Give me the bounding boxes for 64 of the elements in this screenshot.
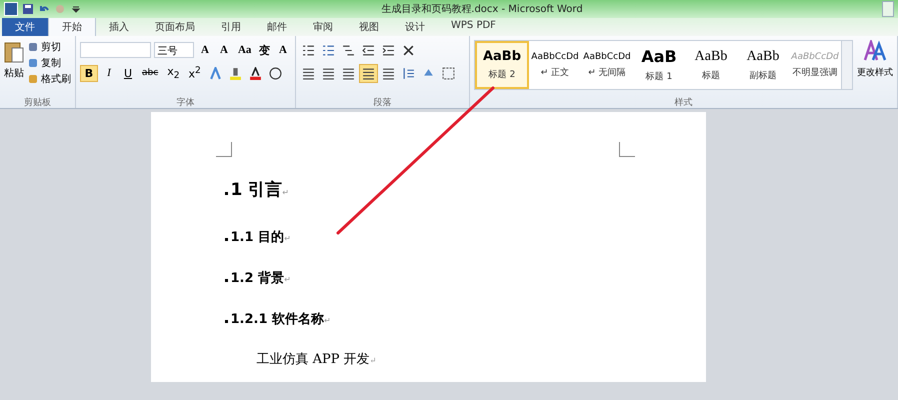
format-button[interactable]: I [101, 66, 117, 80]
font-tool-button[interactable]: A [196, 43, 213, 57]
align-icon[interactable] [360, 64, 377, 82]
paragraph-mark: ↵ [324, 316, 331, 325]
paste-button[interactable]: 粘贴 [4, 40, 24, 96]
format-button[interactable]: abc [139, 67, 162, 79]
ribbon-tab[interactable]: 引用 [208, 18, 254, 36]
ribbon-tab[interactable]: 页面布局 [142, 18, 208, 36]
borders-icon[interactable] [440, 64, 457, 82]
outline-marker [224, 320, 228, 323]
font-name-field[interactable] [80, 42, 151, 58]
format-button[interactable]: B [80, 64, 98, 82]
style-option[interactable]: AaB 标题 1 [633, 41, 685, 89]
group-label: 样式 [674, 96, 694, 108]
circle-icon[interactable] [266, 64, 284, 82]
ribbon-tab[interactable]: WPS PDF [438, 18, 509, 36]
style-option[interactable]: AaBbCcDd ↵ 正文 [529, 41, 581, 89]
ribbon-tab[interactable]: 设计 [392, 18, 438, 36]
heading-text: 1.2.1 软件名称 [230, 311, 324, 328]
paste-label: 粘贴 [4, 66, 24, 80]
ribbon-tab[interactable]: 开始 [48, 17, 96, 36]
window-title: 生成目录和页码教程.docx - Microsoft Word [380, 2, 584, 16]
heading-text: 1 引言 [230, 179, 282, 201]
ribbon-tab[interactable]: 邮件 [254, 18, 300, 36]
format-button[interactable]: x$_{2}$ [164, 64, 183, 82]
gallery-scrollbar[interactable] [841, 41, 852, 89]
font-tool-button[interactable]: 变 [256, 42, 272, 58]
outline-marker [224, 192, 228, 195]
outline-marker [224, 238, 228, 241]
clipboard-button[interactable]: 剪切 [28, 40, 71, 54]
heading-text: 1.2 背景 [230, 270, 284, 287]
clipboard-icon [4, 40, 24, 64]
clipboard-button[interactable]: 格式刷 [28, 72, 71, 86]
heading-text: 1.1 目的 [230, 229, 284, 246]
ribbon-tab[interactable]: 插入 [96, 18, 142, 36]
group-label: 剪贴板 [23, 96, 52, 108]
font-tool-button[interactable]: A [216, 43, 232, 57]
letters-icon [863, 40, 887, 62]
style-option[interactable]: AaBbCcDd ↵ 无间隔 [581, 41, 633, 89]
paragraph-mark: ↵ [282, 188, 289, 197]
body-text: 工业仿真 APP 开发 [256, 351, 370, 368]
font-tool-button[interactable]: A [275, 43, 291, 57]
style-option[interactable]: AaBb 副标题 [737, 41, 789, 89]
font-tool-button[interactable]: Aa [234, 43, 253, 57]
ribbon-tab[interactable]: 审阅 [300, 18, 346, 36]
save-icon[interactable] [22, 3, 34, 15]
paragraph-mark: ↵ [370, 356, 376, 365]
file-menu-tab[interactable]: 文件 [2, 18, 48, 36]
margin-corner-mark [618, 142, 634, 157]
format-button[interactable]: U [120, 66, 136, 80]
paragraph-mark: ↵ [284, 275, 291, 284]
format-button[interactable]: x$^{2}$ [186, 64, 204, 82]
style-option[interactable]: AaBb 标题 2 [475, 41, 529, 89]
paragraph-mark: ↵ [284, 234, 291, 243]
ribbon-tab[interactable]: 视图 [346, 18, 392, 36]
style-option[interactable]: AaBb 标题 [685, 41, 737, 89]
group-label: 字体 [176, 96, 196, 108]
font-size-field[interactable]: 三号 [154, 42, 194, 58]
style-option[interactable]: AaBbCcDd 不明显强调 [789, 41, 841, 89]
change-styles-button[interactable]: 更改样式 [857, 40, 893, 96]
margin-corner-mark [216, 142, 232, 157]
outline-marker [224, 279, 228, 282]
group-label: 段落 [372, 96, 392, 108]
clipboard-button[interactable]: 复制 [28, 56, 71, 70]
